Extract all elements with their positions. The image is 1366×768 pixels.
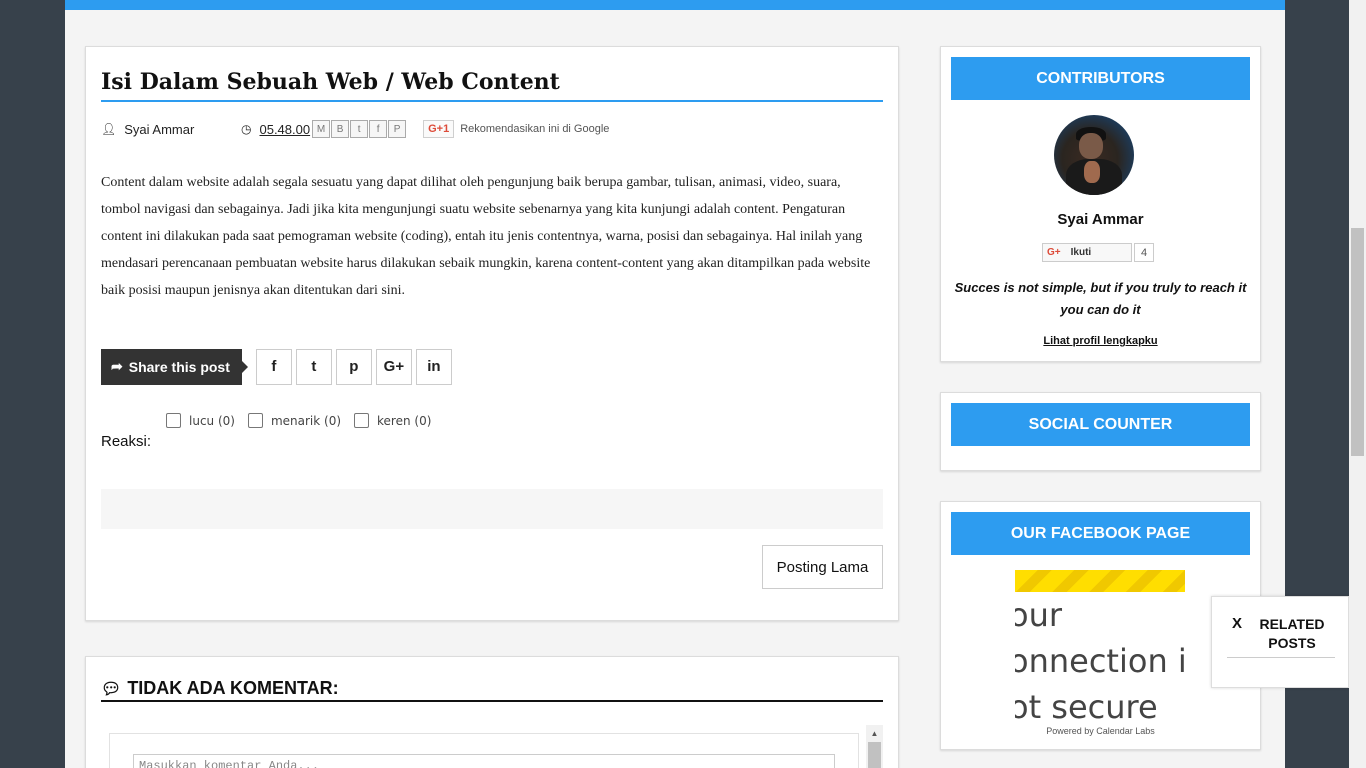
page-scrollbar[interactable] [1349,0,1366,768]
share-twitter-button[interactable]: t [295,348,332,385]
share-pinterest-button[interactable]: p [335,348,372,385]
post-title: Isi Dalam Sebuah Web / Web Content [101,69,883,102]
twitter-icon[interactable]: t [350,120,369,138]
facebook-title: OUR FACEBOOK PAGE [951,512,1250,555]
frame-text-1: our [1015,596,1063,634]
top-accent-bar [65,0,1285,10]
follow-button[interactable]: G+ Ikuti [1042,243,1132,262]
profile-link[interactable]: Lihat profil lengkapku [941,335,1260,347]
contributor-quote: Succes is not simple, but if you truly t… [954,280,1247,317]
gplus-icon: G+ [1047,247,1061,258]
author-name: Syai Ammar [124,121,195,137]
related-posts-popup: X RELATED POSTS [1211,596,1349,688]
page-scroll-thumb[interactable] [1351,228,1364,456]
social-counter-title: SOCIAL COUNTER [951,403,1250,446]
reaksi-label: Reaksi: [101,433,152,450]
comment-input[interactable]: Masukkan komentar Anda... [133,754,835,768]
divider [1227,657,1335,658]
reaction-keren[interactable]: keren (0) [354,413,431,428]
post-footer-bar [101,489,883,529]
user-icon: 👤︎ [101,122,117,136]
contributors-widget: CONTRIBUTORS Syai Ammar G+ Ikuti 4 Succe… [940,46,1261,362]
powered-by[interactable]: Powered by Calendar Labs [941,726,1260,736]
reactions: lucu (0) menarik (0) keren (0) [166,413,444,428]
checkbox[interactable] [354,413,370,428]
post-card: Isi Dalam Sebuah Web / Web Content 👤︎ Sy… [85,46,899,621]
checkbox[interactable] [247,413,263,428]
follow-count: 4 [1134,243,1155,262]
facebook-frame[interactable]: our onnection is ot secure [1015,570,1185,724]
comment-scrollbar[interactable]: ▲ [866,725,883,768]
post-body: Content dalam website adalah segala sesu… [101,175,871,298]
follow-label: Ikuti [1070,247,1092,258]
share-label: ➦ Share this post [101,348,248,385]
reaction-lucu[interactable]: lucu (0) [166,413,235,428]
close-icon[interactable]: X [1232,615,1242,632]
comments-card: 💬︎ TIDAK ADA KOMENTAR: Masukkan komentar… [85,656,899,768]
reaction-menarik[interactable]: menarik (0) [247,413,341,428]
comments-title-text: TIDAK ADA KOMENTAR: [127,678,339,698]
scroll-up-icon[interactable]: ▲ [866,725,883,741]
older-post-button[interactable]: Posting Lama [762,545,883,589]
share-bar: ➦ Share this post f t p G+ in [101,348,452,385]
gplus-button[interactable]: G+1 [423,120,455,138]
frame-text-3: ot secure [1015,688,1158,724]
avatar[interactable] [1054,115,1134,195]
clock-icon: ◷ [241,122,252,136]
checkbox[interactable] [166,413,181,428]
blogger-icon[interactable]: B [331,120,350,138]
social-counter-widget: SOCIAL COUNTER [940,392,1261,471]
frame-text-2: onnection is [1015,642,1185,680]
follow-widget: G+ Ikuti 4 [1042,243,1155,262]
share-facebook-button[interactable]: f [255,348,292,385]
post-time: ◷ 05.48.00 M B t f P G+1 Rekomendasikan … [241,120,609,138]
contributors-title: CONTRIBUTORS [951,57,1250,100]
page: Isi Dalam Sebuah Web / Web Content 👤︎ Sy… [65,0,1285,768]
share-linkedin-button[interactable]: in [415,348,452,385]
related-posts-label[interactable]: RELATED POSTS [1252,615,1332,653]
comments-title: 💬︎ TIDAK ADA KOMENTAR: [101,677,883,702]
share-label-text: Share this post [128,358,230,375]
post-author[interactable]: 👤︎ Syai Ammar [101,122,241,137]
contributor-name[interactable]: Syai Ammar [941,211,1260,228]
share-arrow-icon: ➦ [111,358,123,374]
recommend-text: Rekomendasikan ini di Google [460,123,610,135]
share-googleplus-button[interactable]: G+ [375,348,412,385]
comments-icon: 💬︎ [101,680,122,698]
time-value[interactable]: 05.48.00 [259,122,310,137]
comment-frame: Masukkan komentar Anda... [109,733,859,768]
scroll-thumb[interactable] [868,742,881,768]
warning-stripe [1015,570,1185,592]
facebook-icon[interactable]: f [369,120,388,138]
pinterest-icon[interactable]: P [388,120,407,138]
post-meta: 👤︎ Syai Ammar ◷ 05.48.00 M B t f P G+1 R… [101,119,609,139]
email-icon[interactable]: M [312,120,331,138]
